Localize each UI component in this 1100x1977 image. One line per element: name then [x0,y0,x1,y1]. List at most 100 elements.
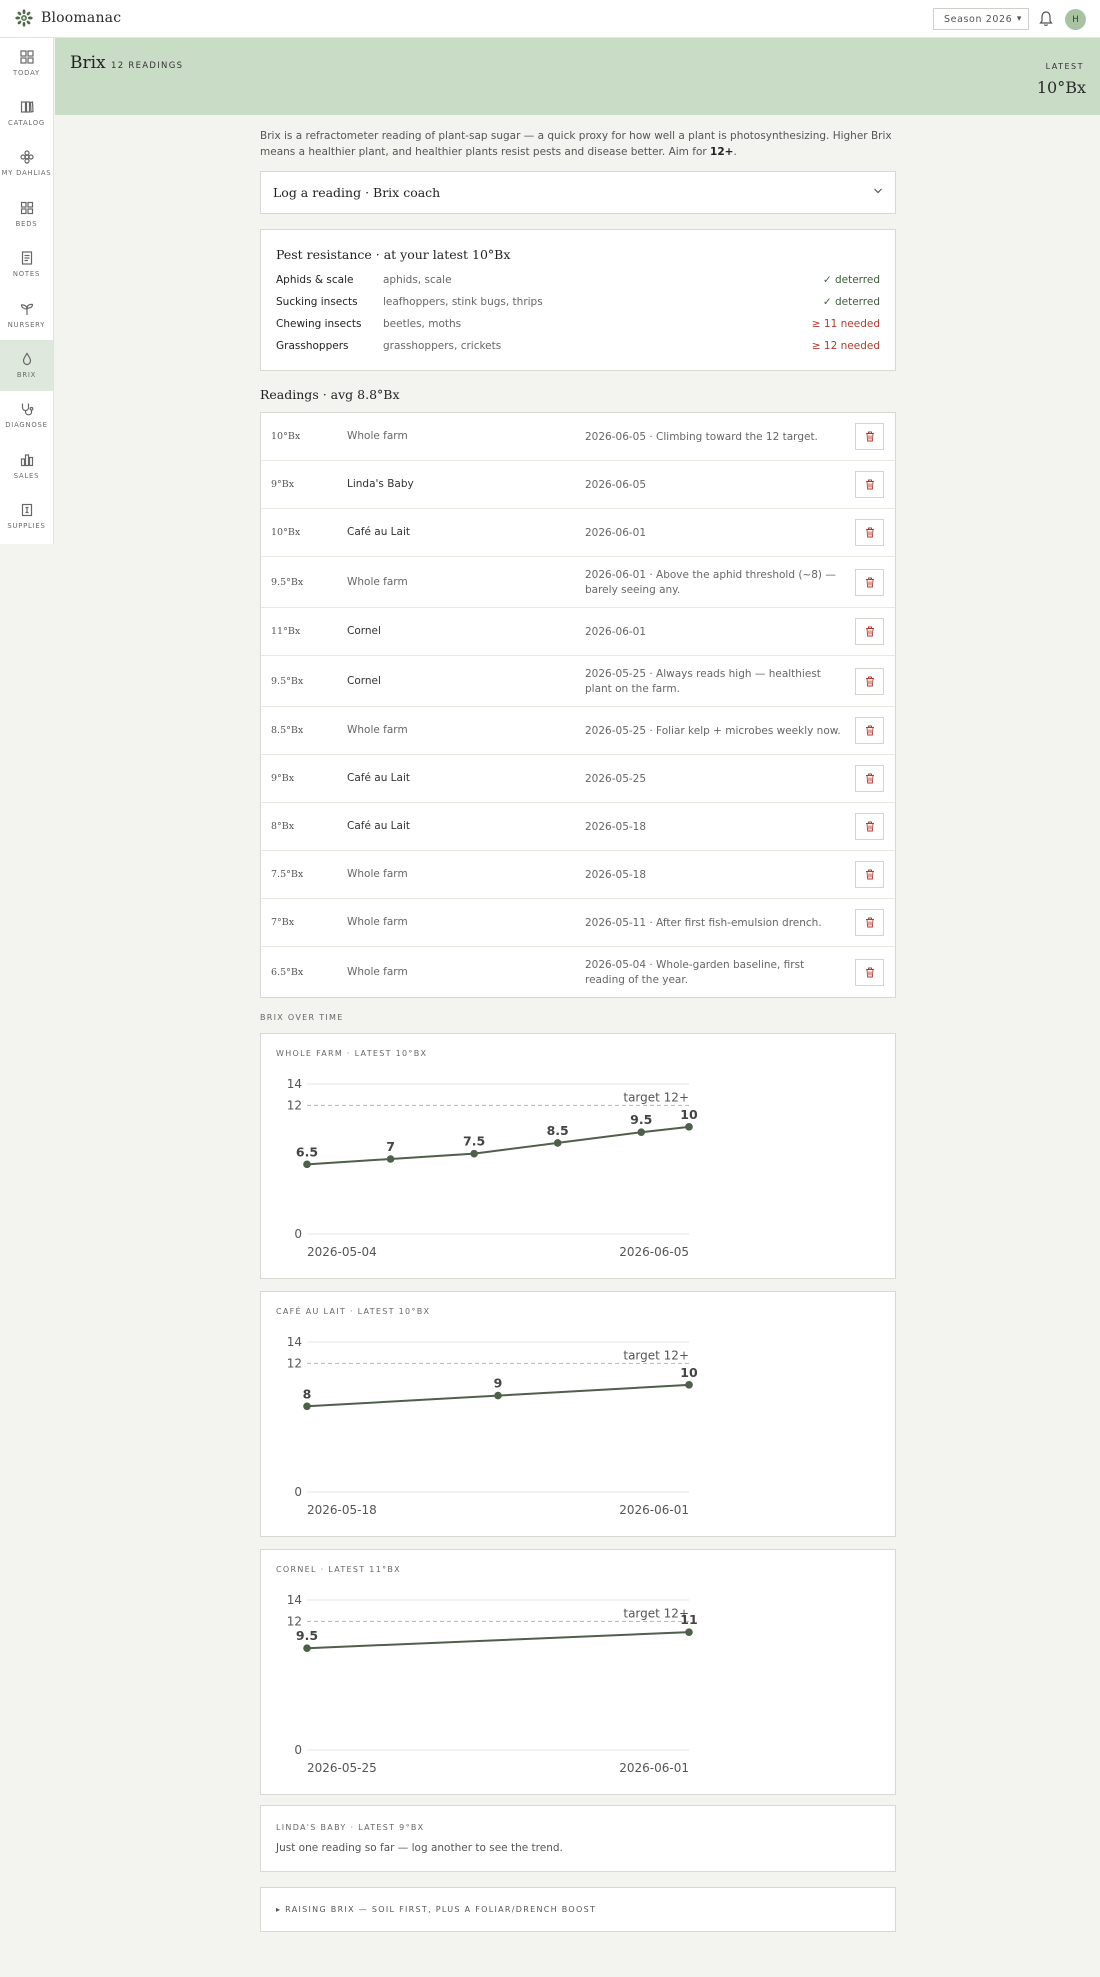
sidebar-item-beds[interactable]: BEDS [0,189,53,239]
reading-note: 2026-05-18 [585,868,647,881]
sidebar-item-catalog[interactable]: CATALOG [0,88,53,138]
reading-note: 2026-06-05 [585,478,647,491]
data-label: 6.5 [296,1144,318,1159]
y-tick-label: 12 [287,1098,302,1112]
linda-baby-title: LINDA'S BABY · LATEST 9°BX [276,1823,425,1832]
data-point [553,1139,562,1147]
reading-row: 9°Bx Café au Lait 2026-05-25 [261,755,895,803]
trash-icon [865,967,874,977]
notes-icon [21,251,32,265]
reading-note: 2026-05-04 · Whole-garden baseline, firs… [585,958,805,986]
line-chart: 0 12 14 target 12+ 6.5 7 7.5 8.5 9.5 10 2026-05-04… [287,1077,698,1259]
x-tick-label: 2026-05-18 [307,1503,377,1517]
sidebar-item-diagnose[interactable]: DIAGNOSE [0,391,53,441]
reading-bed: Cornel [347,625,381,637]
delete-reading-button[interactable] [855,958,884,986]
brix-intro: Brix is a refractometer reading of plant… [260,130,892,158]
season-select[interactable]: Season 2026 ▾ [933,8,1029,30]
page-header: Brix 12 READINGS LATEST 10°Bx [55,38,1100,115]
sidebar-item-label: NURSERY [7,320,46,329]
sidebar-item-label: DIAGNOSE [5,421,48,430]
data-label: 8.5 [547,1123,569,1138]
reading-row: 10°Bx Whole farm 2026-06-05 · Climbing tow… [261,413,895,461]
reading-value: 8.5°Bx [271,725,304,736]
reading-row: 7°Bx Whole farm 2026-05-11 · After first f… [261,899,895,947]
reading-note: 2026-06-01 · Above the aphid threshold (… [585,568,836,596]
trash-icon [865,577,874,587]
pest-row: Aphids & scale aphids, scale ✓ deterred [276,274,880,286]
data-point [386,1155,395,1163]
reading-value: 9°Bx [271,773,295,784]
delete-reading-button[interactable] [855,667,884,695]
grid-icon [19,50,34,64]
log-reading-toggle[interactable]: Log a reading · Brix coach [260,171,896,214]
sidebar-item-my-dahlias[interactable]: MY DAHLIAS [0,139,53,189]
delete-reading-button[interactable] [855,519,884,546]
reading-value: 9°Bx [271,479,295,490]
linda-baby-text: Just one reading so far — log another to… [276,1842,563,1854]
delete-reading-button[interactable] [855,813,884,840]
delete-reading-button[interactable] [855,909,884,936]
bell-icon[interactable] [1038,10,1054,28]
sidebar-item-supplies[interactable]: SUPPLIES [0,492,53,542]
pest-row: Sucking insects leafhoppers, stink bugs,… [276,296,880,308]
reading-note: 2026-05-25 · Always reads high — healthi… [585,667,821,695]
reading-value: 9.5°Bx [271,576,304,588]
data-point [685,1123,693,1131]
reading-note: 2026-05-25 · Foliar kelp + microbes week… [585,724,841,737]
delete-reading-button[interactable] [855,423,884,450]
data-point [470,1149,478,1158]
brand[interactable]: Bloomanac [15,9,121,27]
beds-icon [20,201,33,214]
reading-row: 9°Bx Linda's Baby 2026-06-05 [261,461,895,509]
x-tick-label: 2026-05-04 [307,1245,377,1259]
y-tick-label: 14 [287,1593,302,1607]
delete-reading-button[interactable] [855,765,884,792]
sidebar-item-today[interactable]: TODAY [0,38,53,88]
reading-row: 7.5°Bx Whole farm 2026-05-18 [261,851,895,899]
chevron-down-icon: ▾ [1016,14,1022,24]
series-line [306,1631,690,1650]
app-name: Bloomanac [41,10,122,26]
sidebar-item-sales[interactable]: SALES [0,441,53,491]
book-icon [20,101,34,113]
y-tick-label: 14 [287,1077,302,1091]
raising-brix-toggle[interactable]: ▸ RAISING BRIX — SOIL FIRST, PLUS A FOLI… [260,1887,896,1932]
sidebar-item-notes[interactable]: NOTES [0,240,53,290]
sidebar-item-brix[interactable]: BRIX [0,340,53,391]
data-label: 9 [494,1376,503,1391]
reading-value: 7.5°Bx [271,869,304,880]
reading-bed: Whole farm [347,724,408,736]
data-label: 10 [680,1365,698,1380]
avatar[interactable]: H [1065,9,1086,30]
latest-label: LATEST [1045,62,1084,71]
delete-reading-button[interactable] [855,568,884,596]
trash-icon [865,676,874,686]
reading-value: 10°Bx [271,527,301,538]
y-tick-label: 0 [294,1227,302,1241]
chart-cafe-au-lait: CAFÉ AU LAIT · LATEST 10°BX 0 12 14 target … [260,1291,896,1537]
delete-reading-button[interactable] [855,471,884,498]
sidebar: TODAY CATALOG MY DAHLIAS BEDS NOTES NURS… [0,38,54,544]
data-label: 11 [680,1612,697,1627]
brix-over-time-label: BRIX OVER TIME [260,1013,344,1022]
y-tick-label: 0 [294,1485,302,1499]
reading-note: 2026-06-01 [585,526,647,539]
delete-reading-button[interactable] [855,618,884,645]
reading-value: 7°Bx [271,917,295,928]
pest-resistance-card: Pest resistance · at your latest 10°Bx A… [260,229,896,371]
reading-bed: Cornel [347,674,381,687]
sidebar-item-label: BRIX [16,371,37,380]
trash-icon [865,431,874,442]
delete-reading-button[interactable] [855,861,884,888]
page-title: Brix [70,53,106,73]
x-tick-label: 2026-05-25 [307,1761,377,1775]
trash-icon [865,527,874,538]
trash-icon [865,479,874,490]
trash-icon [865,821,874,832]
delete-reading-button[interactable] [855,717,884,744]
trash-icon [865,626,874,637]
reading-bed: Whole farm [347,965,408,978]
readings-count: 12 READINGS [111,61,184,71]
sidebar-item-nursery[interactable]: NURSERY [0,290,53,340]
